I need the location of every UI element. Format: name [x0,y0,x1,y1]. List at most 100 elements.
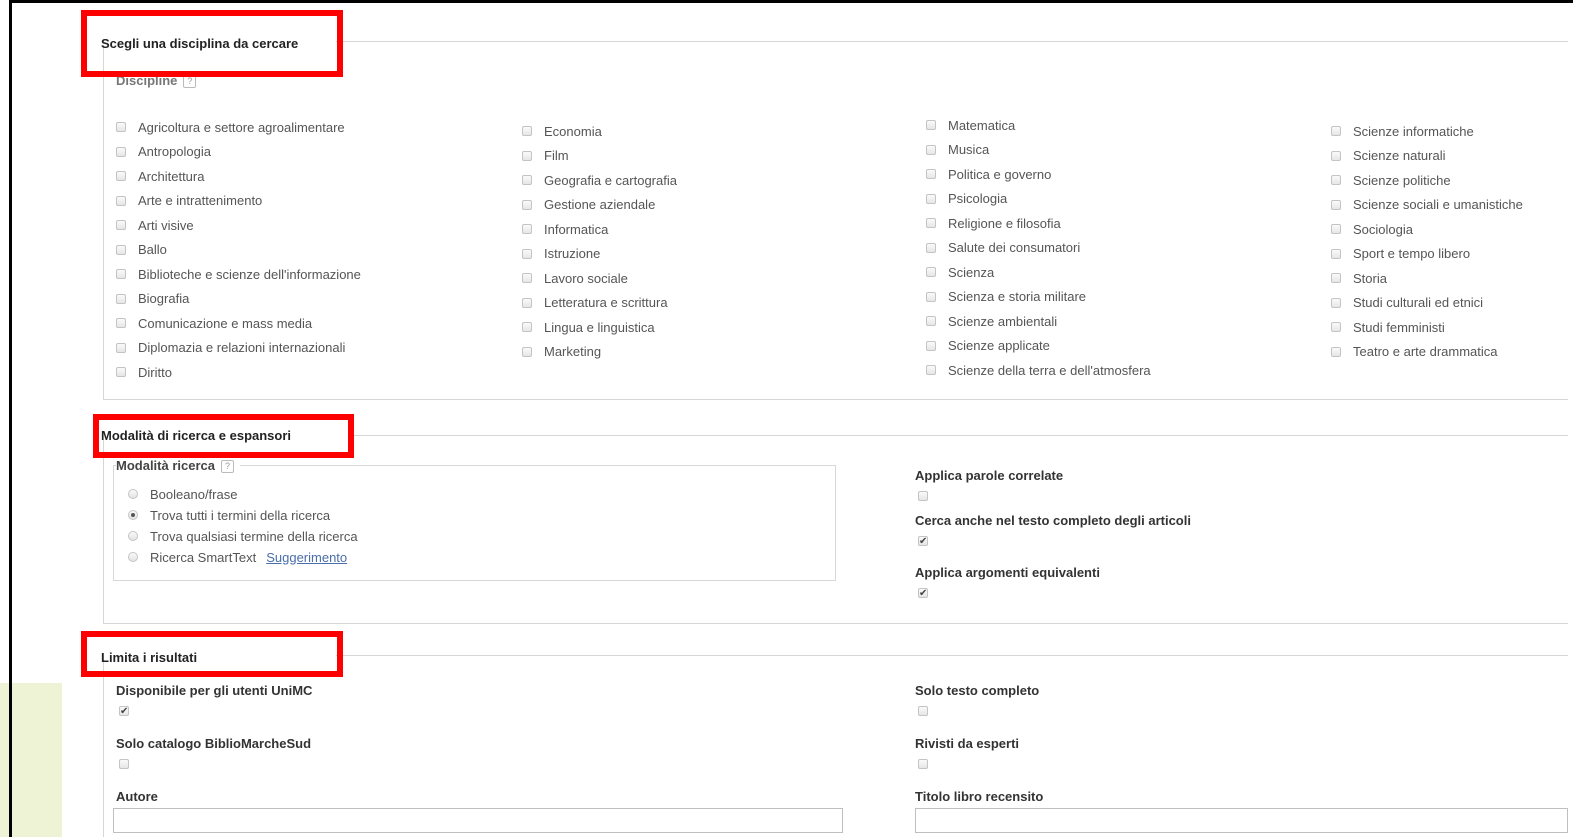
checkbox[interactable] [1331,273,1341,283]
search-mode-option[interactable]: Ricerca SmartText Suggerimento [128,548,347,566]
expander-option-checkbox[interactable] [918,491,928,501]
discipline-option[interactable]: Scienza [926,263,994,281]
expander-option-checkbox[interactable]: ✔ [918,588,928,599]
discipline-option[interactable]: Diritto [116,363,172,381]
discipline-option[interactable]: Diplomazia e relazioni internazionali [116,339,345,357]
checkbox[interactable] [116,146,126,157]
checkbox[interactable] [926,242,936,253]
discipline-option[interactable]: Agricoltura e settore agroalimentare [116,118,345,136]
author-input[interactable] [113,808,843,833]
checkbox[interactable] [926,291,936,302]
checkbox[interactable] [522,199,532,210]
discipline-option[interactable]: Salute dei consumatori [926,239,1080,257]
checkbox[interactable] [116,269,126,279]
discipline-option[interactable]: Sport e tempo libero [1331,245,1470,263]
discipline-option[interactable]: Antropologia [116,143,211,161]
radio-button[interactable] [128,489,138,499]
discipline-option[interactable]: Scienze politiche [1331,171,1451,189]
checkbox[interactable] [522,273,532,283]
checkbox[interactable] [116,318,126,328]
discipline-option[interactable]: Film [522,147,569,165]
checkbox[interactable] [1331,199,1341,210]
discipline-option[interactable]: Biblioteche e scienze dell'informazione [116,265,361,283]
checkbox[interactable] [1331,322,1341,332]
checkbox[interactable] [522,346,532,357]
checkbox[interactable] [1331,150,1341,161]
checkbox[interactable] [926,218,936,228]
checkbox[interactable] [116,293,126,304]
suggestion-link[interactable]: Suggerimento [266,550,347,565]
checkbox[interactable] [116,367,126,377]
discipline-option[interactable]: Studi femministi [1331,318,1445,336]
checkbox[interactable] [1331,126,1341,136]
discipline-option[interactable]: Biografia [116,290,189,308]
checkbox[interactable] [1331,346,1341,357]
expander-option-checkbox[interactable]: ✔ [918,536,928,547]
discipline-option[interactable]: Scienze ambientali [926,312,1057,330]
discipline-option[interactable]: Arti visive [116,216,194,234]
checkbox[interactable] [522,322,532,332]
checkbox[interactable] [116,122,126,132]
radio-button[interactable] [128,552,138,562]
discipline-option[interactable]: Economia [522,122,602,140]
discipline-option[interactable]: Studi culturali ed etnici [1331,294,1483,312]
checkbox[interactable] [1331,224,1341,234]
discipline-option[interactable]: Letteratura e scrittura [522,294,668,312]
checkbox[interactable] [522,297,532,308]
limit-option-checkbox[interactable]: ✔ [119,706,129,717]
discipline-option[interactable]: Gestione aziendale [522,196,655,214]
book-title-input[interactable] [915,808,1568,833]
checkbox[interactable] [116,342,126,353]
radio-button[interactable] [128,510,138,520]
checkbox[interactable] [926,193,936,204]
checkbox[interactable] [926,316,936,326]
checkbox[interactable] [522,175,532,185]
checkbox[interactable] [116,195,126,206]
discipline-option[interactable]: Matematica [926,116,1015,134]
search-mode-option[interactable]: Trova qualsiasi termine della ricerca [128,527,358,545]
checkbox[interactable] [926,365,936,375]
checkbox[interactable] [1331,297,1341,308]
checkbox[interactable] [926,340,936,351]
discipline-option[interactable]: Informatica [522,220,608,238]
radio-button[interactable] [128,531,138,541]
discipline-option[interactable]: Lavoro sociale [522,269,628,287]
checkbox[interactable] [1331,248,1341,259]
discipline-option[interactable]: Scienze naturali [1331,147,1446,165]
discipline-option[interactable]: Architettura [116,167,204,185]
checkbox[interactable] [116,220,126,230]
discipline-option[interactable]: Religione e filosofia [926,214,1061,232]
checkbox[interactable] [522,224,532,234]
limit-option-checkbox[interactable] [119,759,129,769]
discipline-option[interactable]: Istruzione [522,245,600,263]
checkbox[interactable] [522,248,532,259]
checkbox[interactable] [522,150,532,161]
discipline-option[interactable]: Marketing [522,343,601,361]
checkbox[interactable] [926,169,936,179]
discipline-option[interactable]: Teatro e arte drammatica [1331,343,1498,361]
discipline-option[interactable]: Ballo [116,241,167,259]
checkbox[interactable] [116,244,126,255]
discipline-option[interactable]: Storia [1331,269,1387,287]
limit-option-checkbox[interactable] [918,759,928,769]
discipline-option[interactable]: Politica e governo [926,165,1051,183]
limit-option-checkbox[interactable] [918,706,928,716]
help-icon[interactable]: ? [221,460,234,474]
discipline-option[interactable]: Scienze della terra e dell'atmosfera [926,361,1151,379]
discipline-option[interactable]: Comunicazione e mass media [116,314,312,332]
checkbox[interactable] [926,120,936,130]
discipline-option[interactable]: Scienza e storia militare [926,288,1086,306]
discipline-option[interactable]: Sociologia [1331,220,1413,238]
checkbox[interactable] [1331,175,1341,185]
help-icon[interactable]: ? [183,75,197,89]
discipline-option[interactable]: Scienze applicate [926,337,1050,355]
discipline-option[interactable]: Lingua e linguistica [522,318,655,336]
search-mode-option[interactable]: Booleano/frase [128,485,237,503]
discipline-option[interactable]: Arte e intrattenimento [116,192,262,210]
discipline-option[interactable]: Musica [926,141,989,159]
checkbox[interactable] [926,267,936,277]
discipline-option[interactable]: Psicologia [926,190,1007,208]
discipline-option[interactable]: Geografia e cartografia [522,171,677,189]
discipline-option[interactable]: Scienze sociali e umanistiche [1331,196,1523,214]
checkbox[interactable] [522,126,532,136]
